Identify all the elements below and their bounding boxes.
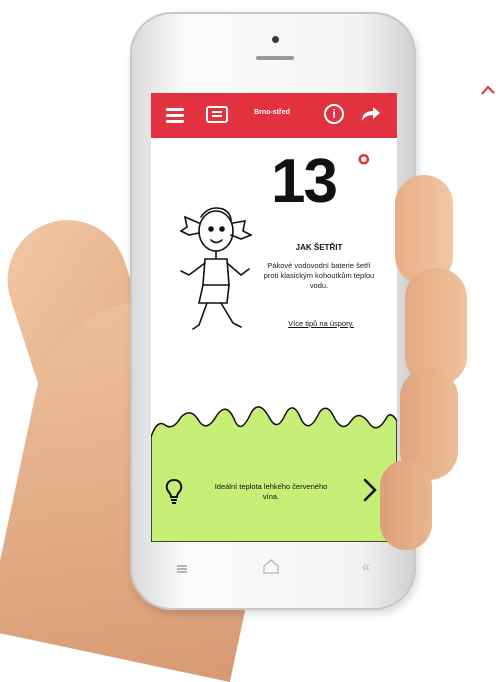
camera-icon [272, 36, 279, 43]
girl-illustration [179, 207, 253, 330]
grass-area [151, 406, 397, 542]
menu-icon[interactable] [166, 108, 184, 123]
tip-title: JAK ŠETŘIT [295, 243, 343, 252]
red-stroke-mark [481, 85, 495, 95]
hand-finger-pinky [380, 460, 432, 550]
lightbulb-icon [165, 478, 183, 504]
nav-menu-icon[interactable] [177, 565, 187, 573]
app-screen: Brno-střed i 13 ° JAK ŠETŘIT Pákové vodo… [151, 93, 397, 542]
temperature-unit: ° [357, 148, 371, 186]
app-header: Brno-střed i [151, 93, 397, 138]
hint-text: Ideální teplota lehkého červeného vína. [214, 482, 328, 501]
tip-text: Pákové vodovodní baterie šetří proti kla… [263, 261, 375, 290]
more-tips-link[interactable]: Více tipů na úspory. [269, 319, 373, 328]
home-icon[interactable] [262, 558, 280, 574]
chevron-right-icon[interactable] [361, 477, 379, 503]
location-label[interactable]: Brno-střed [247, 109, 297, 116]
back-icon[interactable]: « [362, 558, 370, 574]
card-icon[interactable] [206, 106, 228, 123]
share-icon[interactable] [359, 104, 381, 124]
info-icon[interactable]: i [324, 104, 344, 124]
phone-device: Brno-střed i 13 ° JAK ŠETŘIT Pákové vodo… [130, 12, 416, 610]
temperature-value: 13 [271, 147, 338, 216]
speaker-grille [256, 56, 294, 60]
